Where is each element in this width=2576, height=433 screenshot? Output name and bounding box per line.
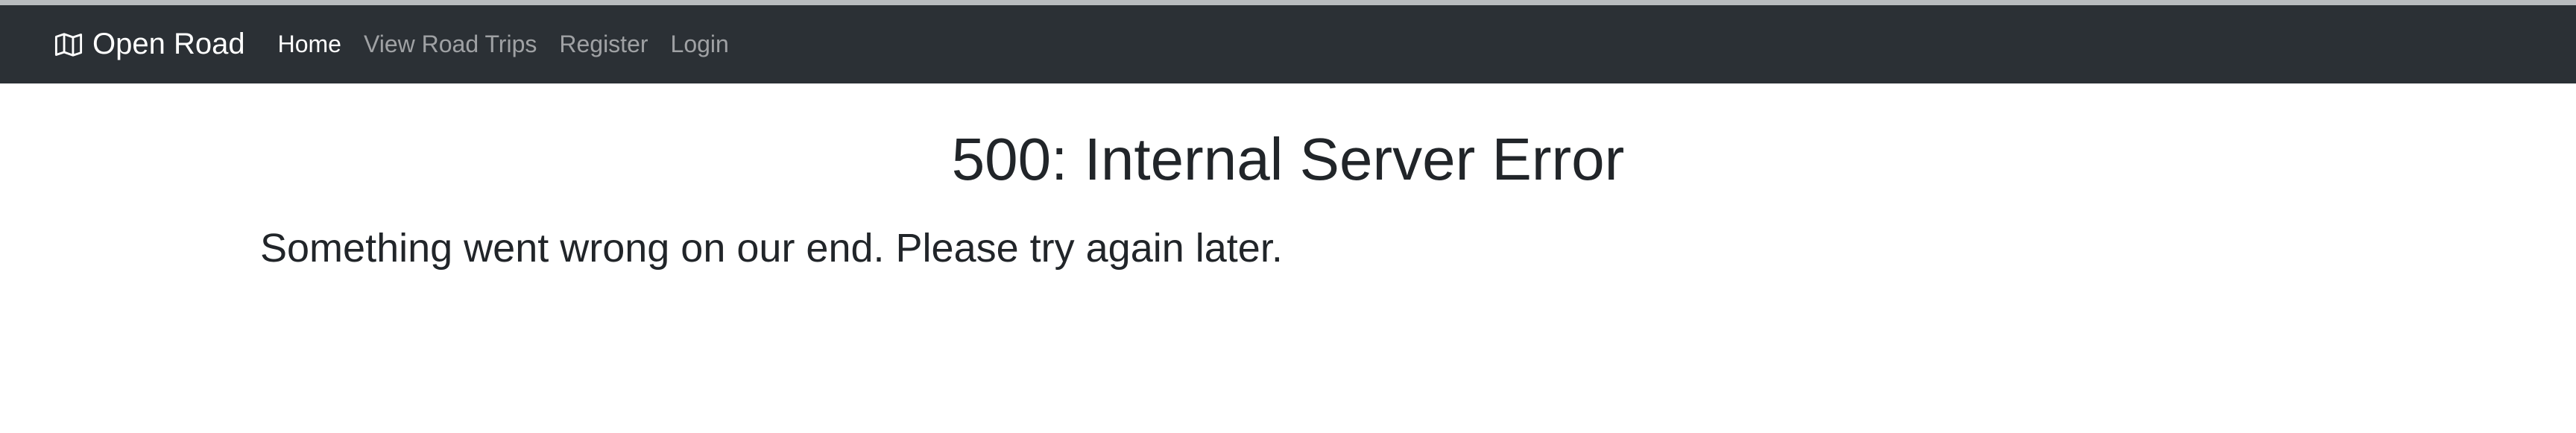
nav-view-road-trips[interactable]: View Road Trips: [364, 31, 537, 58]
map-icon: [52, 31, 85, 59]
page-title: 500: Internal Server Error: [951, 126, 1625, 192]
nav-links: Home View Road Trips Register Login: [278, 31, 751, 58]
brand-link[interactable]: Open Road: [52, 28, 245, 61]
nav-login[interactable]: Login: [671, 31, 729, 58]
nav-register[interactable]: Register: [559, 31, 648, 58]
navbar: Open Road Home View Road Trips Register …: [0, 5, 2576, 83]
error-message: Something went wrong on our end. Please …: [260, 226, 1283, 271]
window-top-strip: [0, 0, 2576, 5]
brand-label: Open Road: [92, 28, 245, 60]
nav-home[interactable]: Home: [278, 31, 341, 58]
